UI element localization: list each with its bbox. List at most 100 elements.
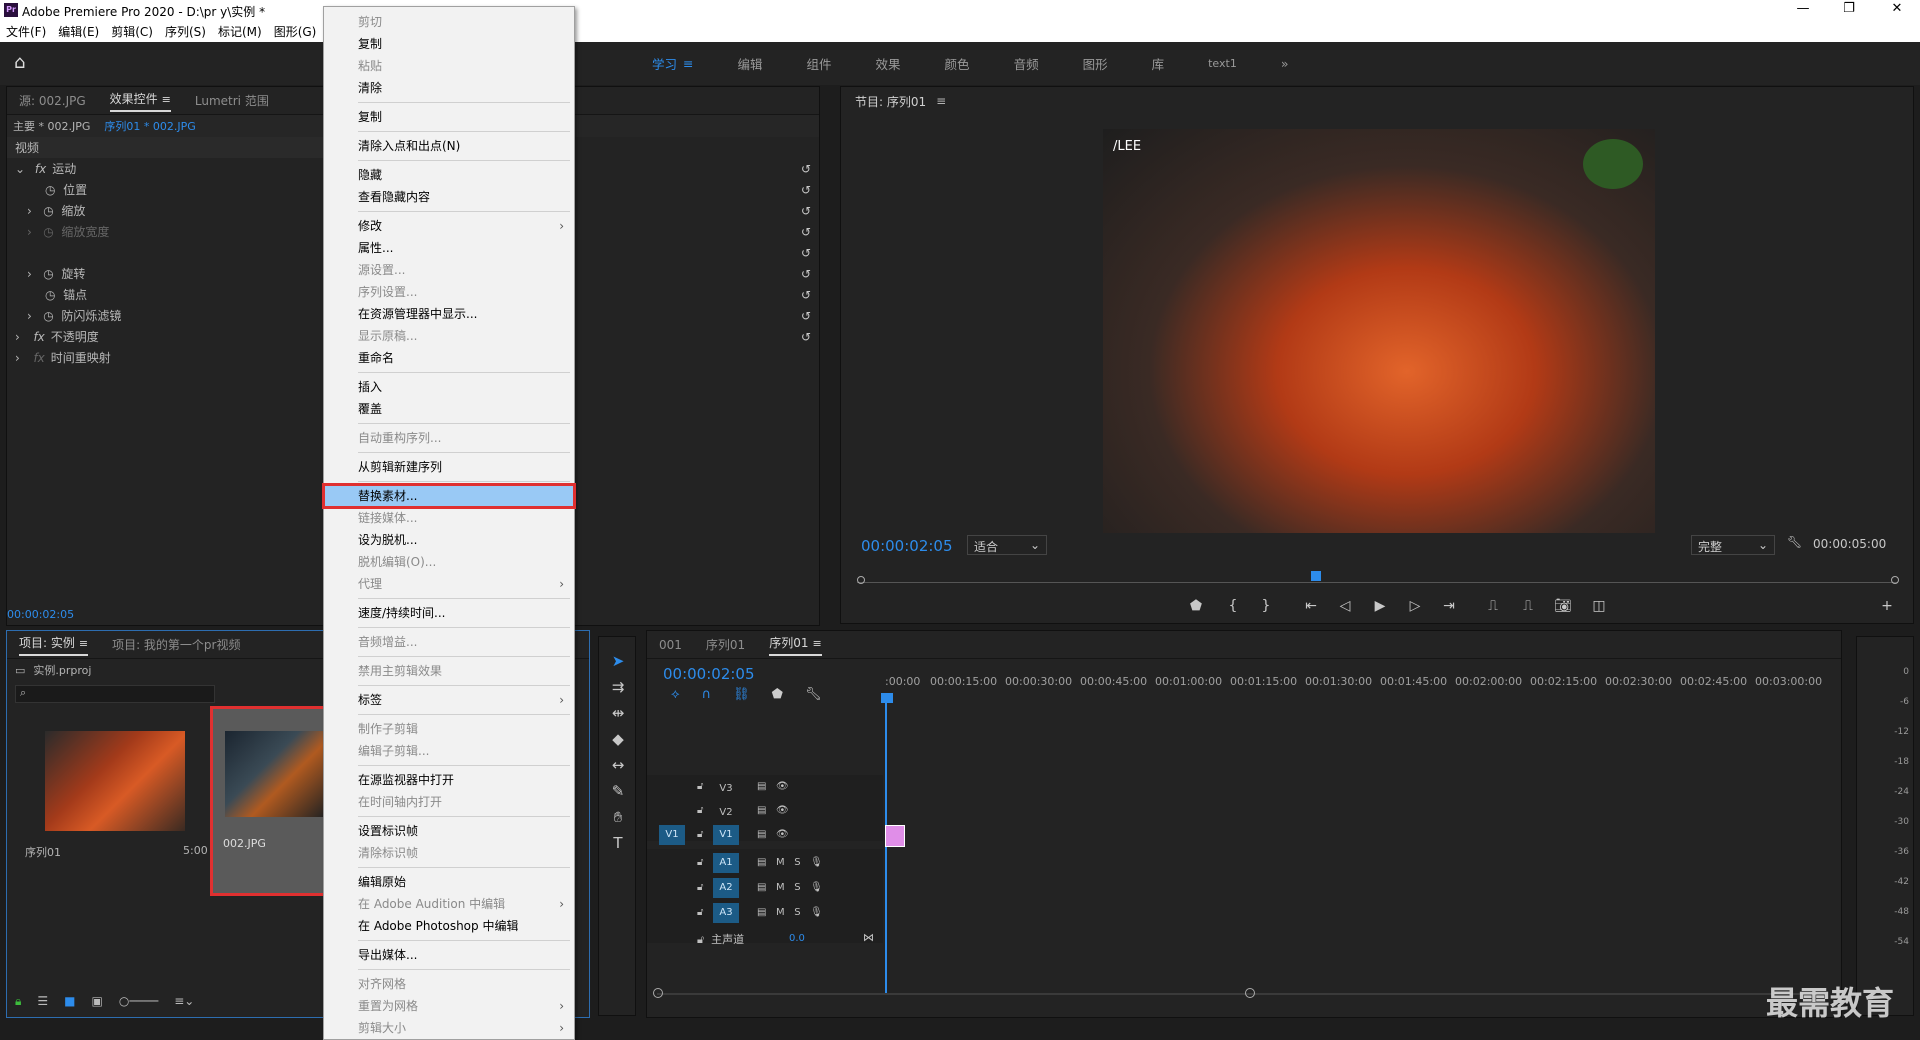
hamburger-icon[interactable]: ≡ — [683, 56, 693, 71]
tab-project-first-video[interactable]: 项目: 我的第一个pr视频 — [112, 636, 240, 653]
workspace-color[interactable]: 颜色 — [923, 54, 992, 73]
timeline-timecode[interactable]: 00:00:02:05 — [663, 665, 755, 683]
master-clip-label[interactable]: 主要 * 002.JPG — [13, 118, 90, 134]
go-to-out-icon[interactable]: ⇥ — [1438, 598, 1460, 618]
context-menu-item[interactable]: 清除入点和出点(N) — [324, 135, 574, 157]
program-video-frame[interactable]: /LEE — [1103, 129, 1655, 533]
tab-lumetri-scopes[interactable]: Lumetri 范围 — [195, 92, 269, 109]
context-menu-item[interactable]: 从剪辑新建序列 — [324, 456, 574, 478]
panel-menu-icon[interactable]: ≡ — [812, 637, 821, 650]
freeform-view-icon[interactable]: ▣ — [92, 994, 103, 1009]
context-menu-item[interactable]: 导出媒体... — [324, 944, 574, 966]
chevron-right-icon[interactable]: › — [15, 351, 20, 365]
track-target-a3[interactable]: A3 — [713, 903, 739, 923]
context-menu-item[interactable]: 属性... — [324, 237, 574, 259]
home-icon[interactable]: ⌂ — [14, 52, 38, 74]
more-workspaces-icon[interactable]: » — [1259, 56, 1311, 71]
menu-graphics[interactable]: 图形(G) — [274, 23, 317, 40]
eye-icon[interactable]: 👁︎ — [776, 829, 789, 840]
workspace-libraries[interactable]: 库 — [1130, 54, 1187, 73]
context-menu-item[interactable]: 设置标识帧 — [324, 820, 574, 842]
track-select-tool-icon[interactable]: ⇉ — [607, 678, 629, 700]
sync-lock-icon[interactable]: ▤ — [757, 781, 766, 792]
reset-icon[interactable]: ↺ — [801, 246, 811, 260]
source-patch-v1[interactable]: V1 — [659, 825, 685, 845]
track-target-a2[interactable]: A2 — [713, 878, 739, 898]
track-target-v2[interactable]: V2 — [713, 803, 739, 823]
lock-icon[interactable]: 🔒︎ — [15, 994, 21, 1009]
context-menu-item[interactable]: 在资源管理器中显示... — [324, 303, 574, 325]
context-menu-item[interactable]: 替换素材... — [322, 483, 576, 509]
minimize-icon[interactable]: — — [1788, 1, 1818, 19]
project-search-input[interactable]: ⌕ — [15, 685, 215, 703]
context-menu-item[interactable]: 查看隐藏内容 — [324, 186, 574, 208]
solo-button[interactable]: S — [794, 882, 800, 893]
workspace-effects[interactable]: 效果 — [854, 54, 923, 73]
reset-icon[interactable]: ↺ — [801, 288, 811, 302]
go-to-in-icon[interactable]: ⇤ — [1300, 598, 1322, 618]
add-button-icon[interactable]: + — [1876, 598, 1898, 618]
hand-tool-icon[interactable]: ✋︎ — [607, 808, 629, 830]
reset-icon[interactable]: ↺ — [801, 267, 811, 281]
restore-icon[interactable]: ❐ — [1834, 1, 1864, 19]
solo-button[interactable]: S — [794, 857, 800, 868]
chevron-right-icon[interactable]: › — [27, 267, 32, 281]
marker-icon[interactable]: ⬟ — [1185, 598, 1207, 618]
reset-icon[interactable]: ↺ — [801, 204, 811, 218]
panel-menu-icon[interactable]: ≡ — [162, 93, 171, 106]
mark-in-icon[interactable]: { — [1222, 598, 1244, 618]
item-002-jpg[interactable]: 002.JPG — [210, 706, 328, 896]
sync-lock-icon[interactable]: ▤ — [757, 907, 766, 918]
tab-sequence-01a[interactable]: 序列01 — [706, 636, 745, 653]
stopwatch-icon[interactable]: ◷ — [43, 267, 53, 281]
playhead-handle[interactable] — [881, 693, 893, 703]
ec-timecode[interactable]: 00:00:02:05 — [7, 608, 74, 621]
reset-icon[interactable]: ↺ — [801, 225, 811, 239]
tab-sequence-001[interactable]: 001 — [659, 638, 682, 652]
workspace-audio[interactable]: 音频 — [992, 54, 1061, 73]
timeline-scrollbar[interactable] — [657, 993, 1817, 995]
eye-icon[interactable]: 👁︎ — [776, 805, 789, 816]
chevron-right-icon[interactable]: › — [27, 309, 32, 323]
track-target-v3[interactable]: V3 — [713, 779, 739, 799]
mute-button[interactable]: M — [776, 857, 785, 868]
context-menu-item[interactable]: 设为脱机... — [324, 529, 574, 551]
context-menu-item[interactable]: 复制 — [324, 106, 574, 128]
lock-icon[interactable]: 🔓︎ — [697, 907, 703, 918]
panel-menu-icon[interactable]: ≡ — [79, 637, 88, 650]
zoom-handle-right[interactable] — [1891, 576, 1899, 584]
context-menu-item[interactable]: 插入 — [324, 376, 574, 398]
fx-icon[interactable]: fx — [33, 330, 44, 344]
stopwatch-icon[interactable]: ◷ — [45, 183, 55, 197]
close-icon[interactable]: ✕ — [1882, 1, 1912, 19]
sync-lock-icon[interactable]: ▤ — [757, 829, 766, 840]
add-marker-icon[interactable]: ⬟ — [772, 687, 783, 702]
context-menu-item[interactable]: 隐藏 — [324, 164, 574, 186]
workspace-graphics[interactable]: 图形 — [1061, 54, 1130, 73]
eye-icon[interactable]: 👁︎ — [776, 781, 789, 792]
program-timecode[interactable]: 00:00:02:05 — [861, 537, 953, 555]
mic-icon[interactable]: 🎙︎ — [810, 882, 823, 893]
play-icon[interactable]: ▶ — [1369, 598, 1391, 618]
timeline-settings-icon[interactable]: 🔧︎ — [805, 687, 822, 702]
lock-icon[interactable]: 🔓︎ — [697, 882, 703, 893]
reset-icon[interactable]: ↺ — [801, 162, 811, 176]
item-name-sequence[interactable]: 序列01 — [25, 844, 61, 860]
lock-icon[interactable]: 🔓︎ — [697, 933, 704, 946]
timeline-scroll-right[interactable] — [1245, 988, 1255, 998]
thumbnail-002-jpg[interactable] — [225, 731, 325, 817]
mic-icon[interactable]: 🎙︎ — [810, 907, 823, 918]
extract-icon[interactable]: ⎍ — [1517, 598, 1539, 618]
context-menu-item[interactable]: 标签 › — [324, 689, 574, 711]
tab-effect-controls[interactable]: 效果控件 ≡ — [109, 90, 171, 112]
fx-icon[interactable]: fx — [35, 162, 46, 176]
panel-menu-icon[interactable]: ≡ — [936, 94, 946, 108]
stopwatch-icon[interactable]: ◷ — [43, 204, 53, 218]
menu-marker[interactable]: 标记(M) — [218, 23, 262, 40]
nest-icon[interactable]: ⟡ — [671, 687, 680, 702]
linked-selection-icon[interactable]: ⛓︎ — [733, 687, 750, 702]
zoom-slider[interactable]: ○──── — [119, 994, 158, 1009]
step-forward-icon[interactable]: ▷ — [1404, 598, 1426, 618]
context-menu-item[interactable]: 清除 — [324, 77, 574, 99]
context-menu-item[interactable]: 编辑原始 — [324, 871, 574, 893]
